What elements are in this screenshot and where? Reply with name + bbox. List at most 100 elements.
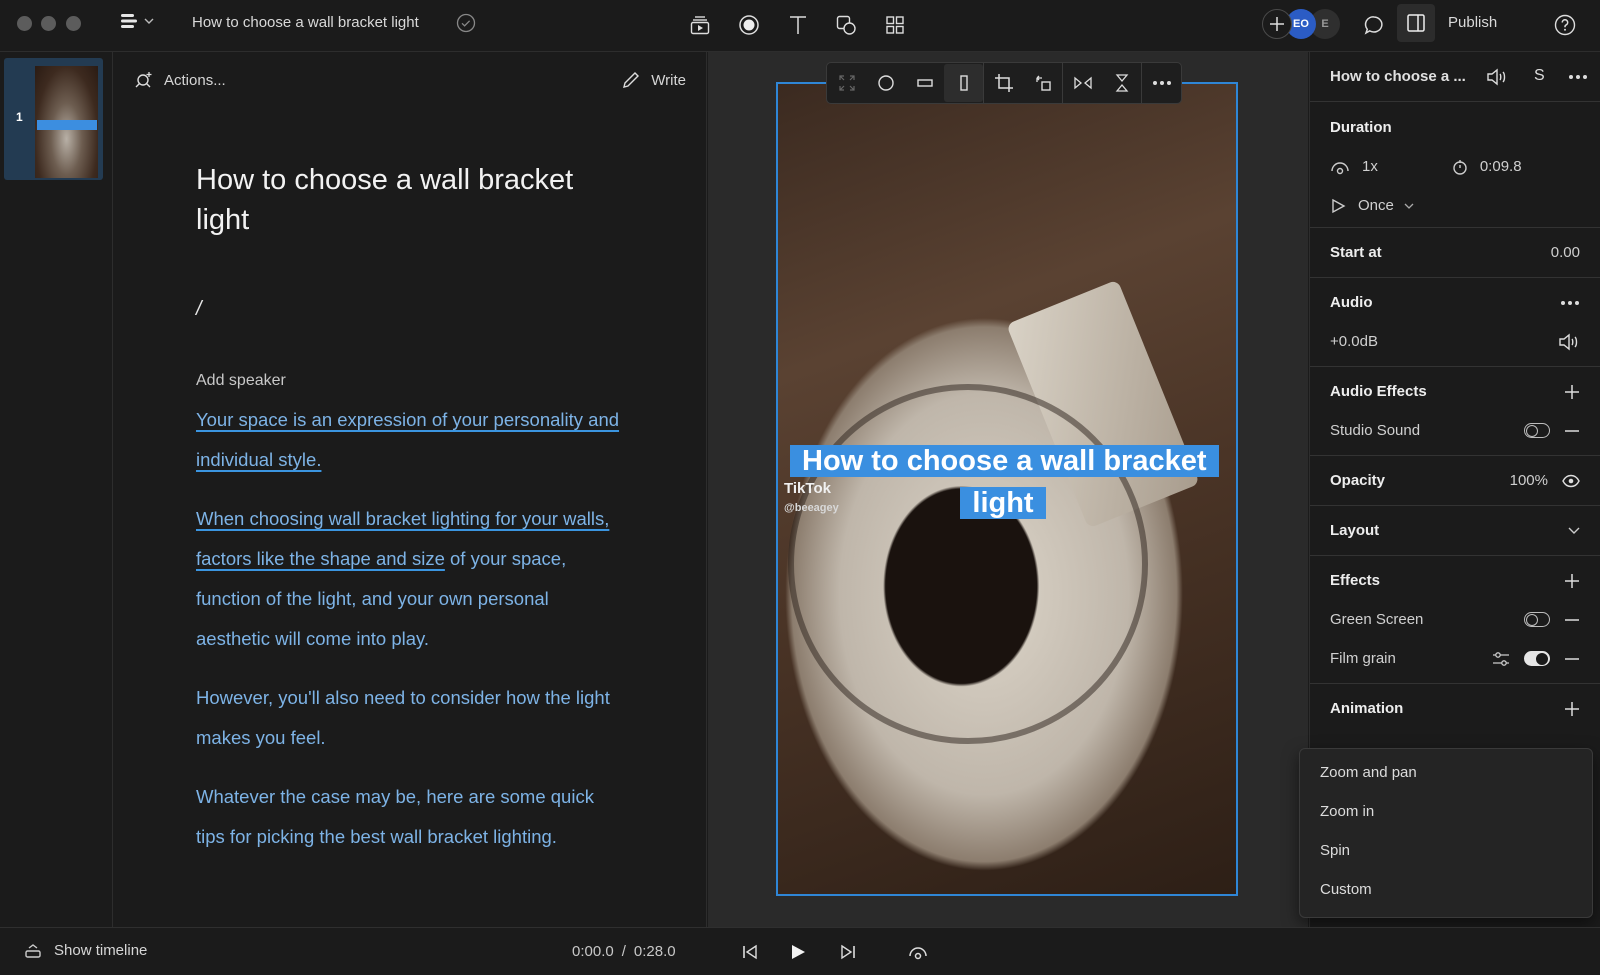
script-title[interactable]: How to choose a wall bracket light xyxy=(196,160,616,240)
loop-dropdown[interactable]: Once xyxy=(1310,186,1600,225)
script-text[interactable]: However, you'll also need to consider ho… xyxy=(196,687,610,748)
playback-speed-button[interactable] xyxy=(904,938,932,966)
add-collaborator-button[interactable] xyxy=(1262,9,1292,39)
flip-vertical-button[interactable] xyxy=(1102,64,1141,102)
timeline-drawer-icon xyxy=(24,943,42,959)
start-at-row: Start at 0.00 xyxy=(1310,233,1600,272)
stopwatch-icon xyxy=(1452,158,1468,176)
script-paragraph[interactable]: When choosing wall bracket lighting for … xyxy=(196,499,626,659)
text-tool-button[interactable] xyxy=(783,10,813,40)
script-paragraph[interactable]: Your space is an expression of your pers… xyxy=(196,400,626,480)
animation-header: Animation xyxy=(1310,689,1600,728)
elements-grid-button[interactable] xyxy=(880,10,910,40)
record-icon xyxy=(738,14,760,36)
video-layer[interactable]: How to choose a wall bracket light TikTo… xyxy=(776,82,1238,896)
caption-text-layer[interactable]: How to choose a wall bracket light xyxy=(790,440,1219,524)
show-timeline-button[interactable]: Show timeline xyxy=(24,942,147,959)
landscape-shape-button[interactable] xyxy=(905,64,944,102)
layer-floating-toolbar xyxy=(826,62,1182,104)
audio-gain-value[interactable]: +0.0dB xyxy=(1330,333,1378,350)
help-button[interactable] xyxy=(1550,10,1580,40)
ai-actions-icon xyxy=(134,70,154,90)
studio-sound-toggle[interactable] xyxy=(1524,423,1550,438)
remove-icon[interactable] xyxy=(1564,618,1580,622)
flip-horizontal-button[interactable] xyxy=(1063,64,1102,102)
more-icon[interactable] xyxy=(1568,74,1588,80)
section-label: Layout xyxy=(1330,522,1380,539)
menu-item-custom[interactable]: Custom xyxy=(1300,870,1592,909)
shapes-tool-button[interactable] xyxy=(831,10,861,40)
layer-badge[interactable]: S xyxy=(1534,67,1545,85)
shapes-icon xyxy=(835,14,857,36)
add-effect-icon[interactable] xyxy=(1564,573,1580,589)
duration-header: Duration xyxy=(1310,108,1600,147)
fit-button[interactable] xyxy=(827,64,866,102)
more-icon[interactable] xyxy=(1560,300,1580,306)
eye-icon[interactable] xyxy=(1562,474,1580,488)
toggle-properties-panel-button[interactable] xyxy=(1397,4,1435,42)
playback-bar: Show timeline 0:00.0 / 0:28.0 xyxy=(0,927,1600,975)
section-label: Animation xyxy=(1330,700,1404,717)
play-button[interactable] xyxy=(784,938,812,966)
layout-section[interactable]: Layout xyxy=(1310,506,1600,556)
script-body[interactable]: Your space is an expression of your pers… xyxy=(196,400,626,876)
effect-name: Film grain xyxy=(1330,650,1396,667)
rotate-icon xyxy=(1033,73,1053,93)
selected-script-text[interactable]: Your space is an expression of your pers… xyxy=(196,409,619,470)
remove-icon[interactable] xyxy=(1564,429,1580,433)
window-minimize-button[interactable] xyxy=(41,16,56,31)
menu-item-zoom-in[interactable]: Zoom in xyxy=(1300,792,1592,831)
skip-back-button[interactable] xyxy=(736,938,764,966)
skip-forward-button[interactable] xyxy=(834,938,862,966)
effects-section: Effects Green Screen Film grain xyxy=(1310,556,1600,684)
section-label: Audio xyxy=(1330,294,1373,311)
record-button[interactable] xyxy=(734,10,764,40)
remove-icon[interactable] xyxy=(1564,657,1580,661)
script-text[interactable]: Whatever the case may be, here are some … xyxy=(196,786,594,847)
watermark-username: @beeagey xyxy=(784,502,839,514)
add-speaker-button[interactable]: Add speaker xyxy=(196,372,286,390)
chevron-down-icon xyxy=(144,18,154,24)
section-label: Effects xyxy=(1330,572,1381,589)
saved-check-icon xyxy=(456,13,476,33)
video-frame-detail xyxy=(788,384,1148,744)
scene-thumbnail[interactable]: 1 xyxy=(4,58,103,180)
scenes-button[interactable] xyxy=(685,10,715,40)
start-at-value[interactable]: 0.00 xyxy=(1551,244,1580,261)
green-screen-toggle[interactable] xyxy=(1524,612,1550,627)
circle-shape-button[interactable] xyxy=(866,64,905,102)
menu-item-spin[interactable]: Spin xyxy=(1300,831,1592,870)
duration-value[interactable]: 0:09.8 xyxy=(1480,158,1522,175)
menu-item-zoom-and-pan[interactable]: Zoom and pan xyxy=(1300,753,1592,792)
film-grain-toggle[interactable] xyxy=(1524,651,1550,666)
window-maximize-button[interactable] xyxy=(66,16,81,31)
layer-name[interactable]: How to choose a ... xyxy=(1330,68,1466,85)
speaker-icon[interactable] xyxy=(1558,333,1580,351)
main-menu-button[interactable] xyxy=(120,12,154,30)
speaker-icon[interactable] xyxy=(1486,68,1508,86)
write-mode-button[interactable]: Write xyxy=(621,70,686,90)
scene-thumbnails: 1 xyxy=(0,52,113,927)
fit-icon xyxy=(837,73,857,93)
sliders-icon[interactable] xyxy=(1492,651,1510,667)
play-outline-icon xyxy=(1330,198,1346,214)
actions-button[interactable]: Actions... xyxy=(134,70,226,90)
chevron-down-icon[interactable] xyxy=(1568,527,1580,535)
more-options-button[interactable] xyxy=(1142,64,1181,102)
section-label: Duration xyxy=(1330,119,1392,136)
publish-button[interactable]: Publish xyxy=(1448,14,1497,31)
pencil-icon xyxy=(621,70,641,90)
window-close-button[interactable] xyxy=(17,16,32,31)
opacity-value[interactable]: 100% xyxy=(1510,472,1548,489)
script-paragraph[interactable]: However, you'll also need to consider ho… xyxy=(196,678,626,758)
help-icon xyxy=(1554,14,1576,36)
add-audio-effect-icon[interactable] xyxy=(1564,384,1580,400)
document-title[interactable]: How to choose a wall bracket light xyxy=(192,14,419,31)
speed-value[interactable]: 1x xyxy=(1362,158,1378,175)
script-paragraph[interactable]: Whatever the case may be, here are some … xyxy=(196,777,626,857)
comments-button[interactable] xyxy=(1359,10,1389,40)
rotate-button[interactable] xyxy=(1023,64,1062,102)
add-animation-icon[interactable] xyxy=(1564,701,1580,717)
portrait-shape-button[interactable] xyxy=(944,64,984,102)
crop-button[interactable] xyxy=(984,64,1023,102)
